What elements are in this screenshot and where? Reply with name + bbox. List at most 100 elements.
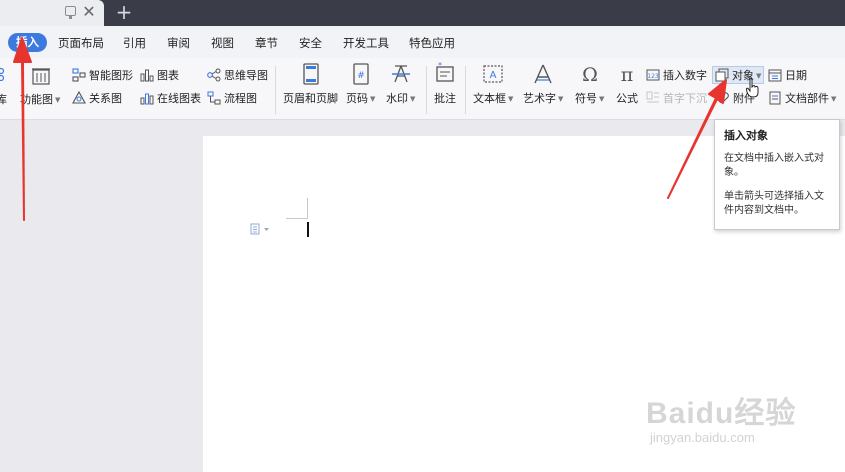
smartart-icon: [72, 68, 86, 82]
menu-page-layout[interactable]: 页面布局: [58, 35, 104, 51]
hand-cursor-icon: [746, 78, 759, 98]
svg-text:Ω: Ω: [582, 64, 598, 86]
watermark-brand: Baidu经验: [646, 397, 797, 430]
dropcap-label: 首字下沉: [663, 92, 707, 105]
wordart-label: 艺术字: [523, 92, 556, 105]
watermark-url: jingyan.baidu.com: [650, 430, 755, 445]
chevron-down-icon: ▼: [55, 96, 61, 104]
textbox-button[interactable]: A 文本框 ▼: [473, 62, 513, 106]
comment-button[interactable]: * 批注: [433, 62, 457, 106]
menu-references[interactable]: 引用: [123, 35, 146, 51]
chevron-down-icon: ▼: [410, 95, 416, 103]
chevron-down-icon: ▼: [831, 95, 837, 103]
paragraph-layout-icon[interactable]: [250, 223, 270, 235]
insert-number-button[interactable]: 123 插入数字: [646, 67, 707, 85]
function-chart-label: 功能图: [20, 93, 53, 106]
chevron-down-icon: ▼: [508, 95, 514, 103]
mindmap-button[interactable]: 思维导图: [207, 67, 268, 85]
flowchart-button[interactable]: 流程图: [207, 90, 257, 108]
header-footer-icon: [302, 63, 319, 85]
header-footer-label: 页眉和页脚: [283, 92, 338, 105]
tooltip-title: 插入对象: [724, 129, 768, 142]
pin-icon[interactable]: [65, 6, 76, 19]
textbox-label: 文本框: [473, 92, 506, 105]
svg-text:π: π: [621, 64, 634, 86]
header-footer-button[interactable]: 页眉和页脚: [283, 62, 338, 106]
date-button[interactable]: 日期: [768, 67, 807, 85]
svg-text:123: 123: [647, 73, 659, 80]
flowchart-label: 流程图: [224, 92, 257, 105]
watermark-label: 水印: [386, 92, 408, 105]
resource-library-icon: [32, 68, 50, 85]
chevron-down-icon: ▼: [558, 95, 564, 103]
menu-review[interactable]: 审阅: [167, 35, 190, 51]
partial-library-button[interactable]: [0, 66, 15, 84]
chart-icon: [140, 69, 154, 82]
tooltip-line: 单击箭头可选择插入文: [724, 191, 824, 202]
flowchart-icon: [207, 91, 221, 105]
partial-function-chart-button[interactable]: 功能图 ▼: [20, 91, 60, 109]
doc-parts-label: 文档部件: [785, 92, 829, 105]
ribbon-separator: [275, 66, 276, 114]
symbol-label: 符号: [575, 92, 597, 105]
mindmap-icon: [207, 68, 221, 82]
svg-text:*: *: [438, 62, 442, 70]
menu-developer[interactable]: 开发工具: [343, 35, 389, 51]
pi-icon: π: [621, 64, 634, 86]
formula-label: 公式: [616, 92, 638, 105]
comment-icon: *: [436, 62, 454, 82]
dropcap-icon: [646, 91, 659, 103]
menu-bar: 插入 页面布局 引用 审阅 视图 章节 安全 开发工具 特色应用: [0, 26, 845, 58]
smartart-button[interactable]: 智能图形: [72, 67, 133, 85]
chevron-down-icon: ▼: [599, 95, 605, 103]
relation-chart-button[interactable]: 关系图: [72, 90, 122, 108]
new-tab-button[interactable]: +: [114, 1, 134, 23]
watermark-icon: [391, 65, 410, 83]
wordart-button[interactable]: 艺术字 ▼: [523, 62, 563, 106]
menu-view[interactable]: 视图: [211, 35, 234, 51]
chevron-down-icon: ▼: [370, 95, 376, 103]
insert-number-label: 插入数字: [663, 69, 707, 82]
paperclip-icon: [718, 92, 729, 104]
tab-close-button[interactable]: ✕: [81, 2, 97, 22]
page-number-button[interactable]: # 页码 ▼: [346, 62, 375, 106]
object-tooltip: 插入对象 在文档中插入嵌入式对 象。 单击箭头可选择插入文 件内容到文档中。: [714, 119, 840, 230]
dropcap-button[interactable]: 首字下沉: [646, 90, 707, 108]
watermark-button[interactable]: 水印 ▼: [386, 62, 415, 106]
chart-label: 图表: [157, 69, 179, 82]
baidu-jingyan-watermark: Baidu经验 jingyan.baidu.com: [646, 388, 806, 458]
page-number-icon: #: [353, 63, 369, 85]
symbol-button[interactable]: Ω 符号 ▼: [575, 62, 604, 106]
online-chart-icon: [140, 93, 154, 105]
formula-button[interactable]: π 公式: [615, 62, 639, 106]
comment-label: 批注: [434, 92, 456, 105]
ribbon-insert: 库 功能图 ▼ 智能图形 图表 思维导图 关系图 在线图表 流程图 页眉和页脚 #…: [0, 58, 845, 120]
chart-button[interactable]: 图表: [140, 67, 179, 85]
ribbon-separator: [426, 66, 427, 114]
relation-icon: [72, 91, 86, 104]
textbox-icon: A: [483, 65, 503, 83]
menu-insert[interactable]: 插入: [8, 33, 47, 52]
mindmap-label: 思维导图: [224, 69, 268, 82]
title-bar: ✕ +: [0, 0, 845, 26]
smartart-label: 智能图形: [89, 69, 133, 82]
partial-library-label[interactable]: 库: [0, 91, 7, 109]
wordart-icon: [534, 64, 552, 84]
calendar-icon: [768, 69, 782, 82]
online-chart-label: 在线图表: [157, 92, 201, 105]
menu-security[interactable]: 安全: [299, 35, 322, 51]
menu-chapter[interactable]: 章节: [255, 35, 278, 51]
object-icon: [715, 68, 729, 82]
menu-features[interactable]: 特色应用: [409, 35, 455, 51]
omega-icon: Ω: [582, 64, 598, 86]
svg-text:#: #: [357, 71, 365, 81]
date-label: 日期: [785, 69, 807, 82]
page-number-label: 页码: [346, 92, 368, 105]
doc-parts-button[interactable]: 文档部件 ▼: [768, 90, 836, 108]
online-chart-button[interactable]: 在线图表: [140, 90, 201, 108]
doc-parts-icon: [769, 91, 781, 105]
tooltip-line: 件内容到文档中。: [724, 205, 804, 216]
shapes-icon: [0, 67, 5, 81]
svg-text:A: A: [490, 70, 497, 81]
page-margin-marker: [307, 198, 308, 219]
